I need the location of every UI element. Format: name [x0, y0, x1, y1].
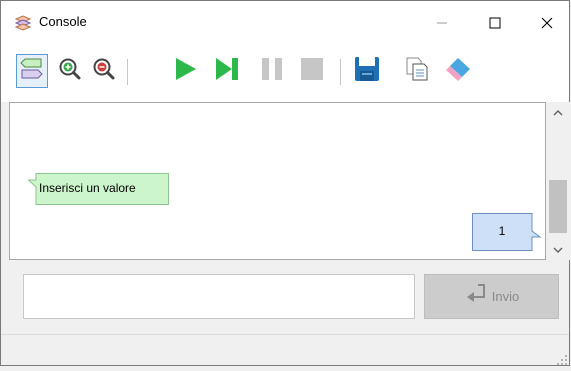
- zoom-in-icon: [58, 57, 82, 86]
- send-button[interactable]: Invio: [424, 274, 559, 319]
- scroll-up-button[interactable]: [546, 102, 570, 122]
- maximize-button[interactable]: [472, 1, 518, 44]
- scroll-down-button[interactable]: [546, 240, 570, 260]
- zoom-out-icon: [92, 57, 116, 86]
- zoom-in-button[interactable]: [54, 54, 86, 88]
- clear-button[interactable]: [442, 54, 474, 88]
- scroll-thumb[interactable]: [549, 180, 567, 233]
- stop-button[interactable]: [296, 54, 328, 88]
- value-input[interactable]: [23, 274, 415, 319]
- step-icon: [214, 56, 240, 87]
- step-button[interactable]: [211, 54, 243, 88]
- eraser-icon: [444, 56, 472, 87]
- status-bar-divider: [1, 334, 569, 335]
- resize-grip-icon[interactable]: [556, 353, 568, 365]
- copy-icon: [405, 56, 429, 87]
- enter-arrow-icon: [464, 284, 486, 309]
- prompt-bubble: Inserisci un valore: [28, 173, 169, 205]
- save-button[interactable]: [351, 54, 383, 88]
- console-window: Console Inserisci un valore 1 Invio: [0, 0, 570, 366]
- stop-icon: [299, 56, 325, 87]
- toolbar-separator: [340, 59, 341, 85]
- vertical-scrollbar[interactable]: [546, 102, 570, 260]
- minimize-button[interactable]: [419, 1, 465, 44]
- close-button[interactable]: [524, 1, 570, 44]
- input-tool-button[interactable]: [16, 54, 48, 88]
- title-bar[interactable]: Console: [1, 1, 569, 44]
- copy-button[interactable]: [401, 54, 433, 88]
- run-button[interactable]: [169, 54, 201, 88]
- toolbar: [1, 44, 569, 102]
- app-icon: [14, 15, 32, 31]
- window-title: Console: [39, 14, 87, 29]
- pause-button[interactable]: [256, 54, 288, 88]
- chevron-up-icon: [553, 103, 563, 121]
- speech-bubble-icon: [19, 56, 45, 87]
- play-icon: [172, 56, 198, 87]
- value-bubble: 1: [472, 213, 542, 251]
- chevron-down-icon: [553, 241, 563, 259]
- zoom-out-button[interactable]: [88, 54, 120, 88]
- console-output: Inserisci un valore 1: [9, 102, 546, 260]
- pause-icon: [259, 56, 285, 87]
- prompt-text: Inserisci un valore: [39, 181, 136, 195]
- toolbar-separator: [127, 59, 128, 85]
- value-text: 1: [498, 224, 506, 238]
- send-button-label: Invio: [491, 289, 520, 304]
- save-icon: [354, 56, 380, 87]
